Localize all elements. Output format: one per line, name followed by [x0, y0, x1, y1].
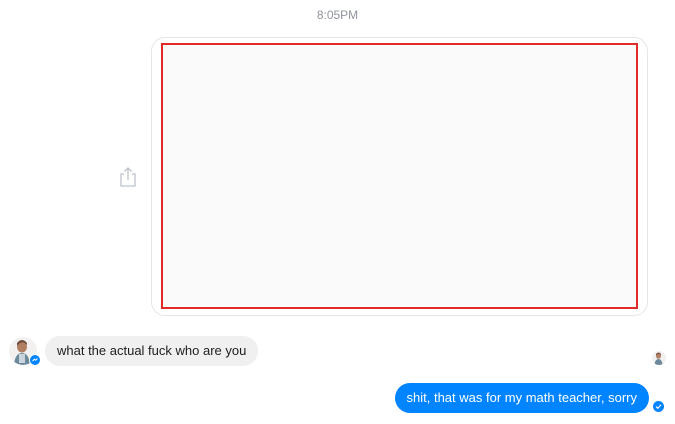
messenger-badge-icon — [29, 354, 41, 366]
outgoing-message-bubble[interactable]: shit, that was for my math teacher, sorr… — [394, 383, 649, 413]
delivered-check-icon — [653, 401, 664, 412]
seen-by-avatar — [652, 351, 666, 365]
image-attachment[interactable] — [151, 37, 648, 316]
share-icon — [120, 167, 136, 187]
share-button[interactable] — [116, 164, 140, 190]
message-timestamp: 8:05PM — [316, 8, 359, 22]
incoming-message-bubble[interactable]: what the actual fuck who are you — [45, 336, 259, 366]
attachment-image-preview[interactable] — [161, 43, 638, 309]
